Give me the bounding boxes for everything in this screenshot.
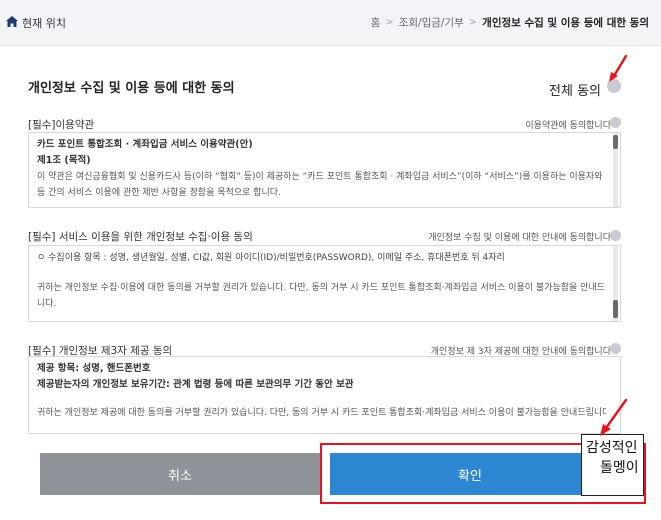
terms-agree-label[interactable]: 이용약관에 동의합니다 [525, 118, 611, 131]
privacy-line: ㅇ 수집이용 항목 : 성명, 생년월일, 성별, CI값, 회원 아이디(ID… [37, 253, 505, 263]
breadcrumb-home[interactable]: 홈 [371, 15, 381, 30]
privacy-agree-label[interactable]: 개인정보 수집 및 이용에 대한 안내에 동의합니다 [428, 230, 611, 243]
scrollbar[interactable] [613, 246, 618, 321]
page-title: 개인정보 수집 및 이용 등에 대한 동의 [28, 81, 235, 96]
third-party-line: 귀하는 개인정보 제공에 대한 동의를 거부할 권리가 있습니다. 다만, 동의… [37, 408, 606, 418]
third-party-content-box[interactable]: 제공 항목: 성명, 핸드폰번호 제공받는자의 개인정보 보유기간: 관계 법령… [28, 356, 621, 434]
terms-section-title: [필수]이용약관 [28, 119, 95, 131]
breadcrumb-separator: > [385, 17, 394, 28]
home-icon[interactable] [6, 16, 18, 27]
location-bar: 현재 위치 홈 > 조회/입금/기부 > 개인정보 수집 및 이용 등에 대한 … [0, 0, 661, 46]
all-agree-label[interactable]: 전체 동의 [549, 80, 601, 99]
privacy-section-title: [필수] 서비스 이용을 위한 개인정보 수집·이용 동의 [28, 231, 253, 243]
terms-line: 이 약관은 여신금융협회 및 신용카드사 등(이하 “협회” 등)이 제공하는 … [37, 172, 606, 182]
terms-content-box[interactable]: 카드 포인트 통합조회 · 계좌입금 서비스 이용약관(안) 제1조 (목적) … [28, 132, 621, 208]
location-label: 현재 위치 [22, 17, 66, 30]
breadcrumb-current: 개인정보 수집 및 이용 등에 대한 동의 [482, 17, 649, 29]
third-party-line [37, 393, 606, 405]
scroll-thumb[interactable] [613, 300, 618, 318]
privacy-line [37, 266, 606, 280]
third-party-agree-checkbox[interactable] [610, 343, 621, 354]
red-arrow-icon [600, 398, 628, 436]
privacy-line: 귀하는 개인정보 수집·이용에 대한 동의를 거부할 권리가 있습니다. 다만,… [37, 283, 606, 293]
terms-agree-checkbox[interactable] [610, 117, 621, 128]
breadcrumb: 홈 > 조회/입금/기부 > 개인정보 수집 및 이용 등에 대한 동의 [371, 15, 649, 30]
third-party-line: 제공받는자의 개인정보 보유기간: 관계 법령 등에 따른 보관의무 기간 동안… [37, 379, 354, 390]
annotation-sticker: 감성적인 돌멩이 [581, 434, 644, 496]
privacy-content-box[interactable]: ㅇ 수집이용 항목 : 성명, 생년월일, 성별, CI값, 회원 아이디(ID… [28, 245, 621, 322]
sticker-line-1: 감성적인 [586, 440, 638, 456]
cancel-button[interactable]: 취소 [40, 453, 320, 495]
third-party-line: 제공 항목: 성명, 핸드폰번호 [37, 363, 151, 374]
terms-line: 등 간의 서비스 이용에 관한 제반 사항을 정함을 목적으로 합니다. [37, 188, 281, 198]
terms-line: 제1조 (목적) [37, 155, 91, 166]
privacy-line: 니다. [37, 299, 57, 309]
privacy-agree-checkbox[interactable] [610, 230, 621, 241]
scroll-thumb[interactable] [613, 135, 618, 149]
red-arrow-icon [609, 54, 628, 82]
breadcrumb-separator: > [468, 17, 478, 28]
terms-line: 카드 포인트 통합조회 · 계좌입금 서비스 이용약관(안) [37, 139, 253, 150]
sticker-line-2: 돌멩이 [600, 460, 639, 476]
breadcrumb-category[interactable]: 조회/입금/기부 [399, 15, 464, 30]
scrollbar[interactable] [613, 133, 618, 207]
